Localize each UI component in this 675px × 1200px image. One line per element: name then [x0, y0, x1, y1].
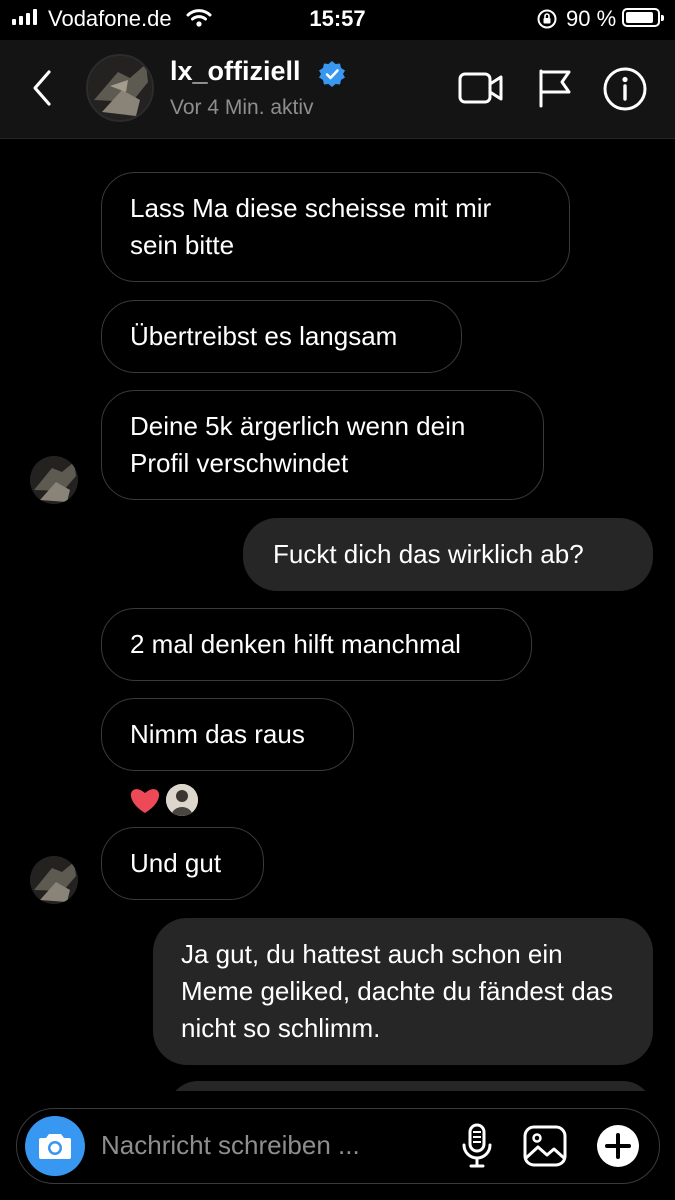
sender-avatar[interactable] [30, 456, 78, 504]
back-icon[interactable] [28, 68, 56, 108]
message-received[interactable]: Lass Ma diese scheisse mit mir sein bitt… [101, 172, 570, 282]
message-thread: Lass Ma diese scheisse mit mir sein bitt… [0, 139, 675, 1091]
chat-header: lx_offiziell Vor 4 Min. aktiv [0, 40, 675, 139]
profile-avatar[interactable] [86, 54, 154, 122]
username[interactable]: lx_offiziell [170, 56, 301, 87]
battery-percent: 90 % [566, 6, 617, 31]
battery-icon [622, 8, 664, 27]
message-received[interactable]: Und gut [101, 827, 264, 900]
message-sent-partial[interactable] [168, 1081, 653, 1091]
status-bar: Vodafone.de 15:57 90 % [0, 0, 675, 40]
message-sent[interactable]: Ja gut, du hattest auch schon ein Meme g… [153, 918, 653, 1065]
sender-avatar[interactable] [30, 856, 78, 904]
message-sent[interactable]: Fuckt dich das wirklich ab? [243, 518, 653, 591]
message-received[interactable]: Deine 5k ärgerlich wenn dein Profil vers… [101, 390, 544, 500]
camera-button[interactable] [25, 1116, 85, 1176]
message-received[interactable]: Übertreibst es langsam [101, 300, 462, 373]
gallery-icon[interactable] [523, 1125, 567, 1167]
info-icon[interactable] [602, 66, 648, 112]
message-received[interactable]: Nimm das raus [101, 698, 354, 771]
message-composer [16, 1108, 660, 1184]
camera-icon [39, 1134, 71, 1159]
plus-icon [605, 1133, 631, 1159]
reactor-avatar [166, 784, 198, 816]
message-received[interactable]: 2 mal denken hilft manchmal [101, 608, 532, 681]
verified-badge-icon [319, 61, 345, 87]
heart-icon [130, 789, 160, 813]
plus-button[interactable] [597, 1125, 639, 1167]
microphone-icon[interactable] [461, 1123, 493, 1169]
message-input[interactable] [101, 1125, 401, 1165]
rotation-lock-icon [537, 9, 557, 29]
activity-status: Vor 4 Min. aktiv [170, 96, 314, 119]
message-reactions[interactable] [128, 784, 198, 816]
video-call-icon[interactable] [458, 68, 504, 108]
flag-icon[interactable] [536, 68, 574, 108]
